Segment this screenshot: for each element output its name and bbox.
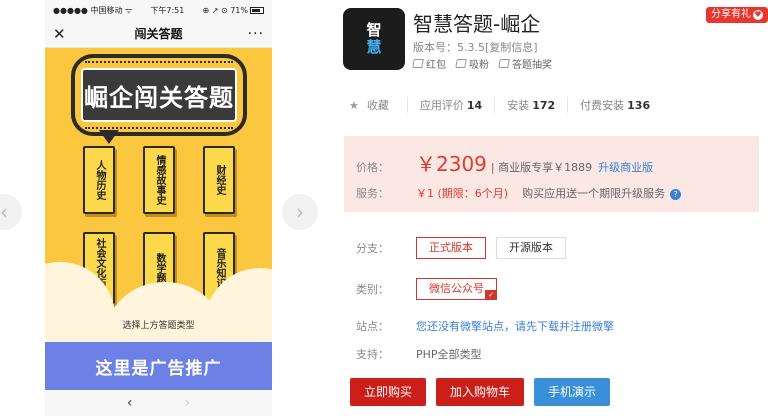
branch-row: 分支： 正式版本 开源版本: [356, 237, 576, 259]
quiz-game-screen: 崛企闯关答题 人物历史 情感故事史 财经史 社会文化历史 数学题 音乐知识 选择…: [45, 48, 272, 392]
gift-icon: ♥: [753, 10, 763, 20]
business-price: | 商业版专享￥1889: [490, 161, 593, 174]
upgrade-business-link[interactable]: 升级商业版: [598, 159, 653, 175]
action-buttons: 立即购买 加入购物车 手机演示: [350, 378, 611, 406]
price-row: 价格： ￥2309 | 商业版专享￥1889 升级商业版: [356, 148, 653, 177]
tag-icon: [498, 59, 510, 68]
service-note: 购买应用送一个期限升级服务: [522, 187, 666, 200]
back-icon[interactable]: ‹: [127, 395, 133, 411]
phone-bottom-bar: ‹ ›: [45, 390, 272, 416]
forward-icon[interactable]: ›: [185, 395, 191, 411]
tag[interactable]: 吸粉: [455, 56, 489, 71]
support-row: 支持： PHP全部类型: [356, 348, 482, 361]
product-title: 智慧答题-崛企: [413, 12, 541, 36]
service-price: ￥1 (期限：6个月): [416, 187, 509, 200]
favorite-button[interactable]: 收藏: [367, 97, 407, 113]
price-box: 价格： ￥2309 | 商业版专享￥1889 升级商业版 服务： ￥1 (期限：…: [344, 136, 759, 212]
add-to-cart-button[interactable]: 加入购物车: [436, 378, 525, 406]
status-time: 下午7:51: [150, 5, 185, 15]
banner-title: 崛企闯关答题: [84, 83, 234, 112]
gallery-prev-button[interactable]: ‹: [0, 194, 22, 230]
banner-tail: [99, 130, 119, 144]
close-icon[interactable]: ✕: [53, 25, 77, 43]
star-icon[interactable]: ★: [349, 99, 359, 112]
buy-now-button[interactable]: 立即购买: [350, 378, 427, 406]
phone-page-title: 闯关答题: [134, 27, 183, 41]
quiz-banner: 崛企闯关答题: [71, 54, 247, 136]
rating-stat: 应用评价 14: [406, 97, 494, 113]
help-icon[interactable]: ?: [670, 189, 682, 200]
branch-opensource-option[interactable]: 开源版本: [496, 237, 566, 259]
price: ￥2309: [416, 152, 487, 176]
phone-header: ✕ 闯关答题 ···: [45, 20, 272, 48]
stats-bar: ★ 收藏 应用评价 14 安装 172 付费安装 136: [349, 97, 662, 113]
tag-list: 红包 吸粉 答题抽奖: [412, 56, 552, 71]
share-reward-button[interactable]: 分享有礼 ♥: [706, 7, 768, 23]
paid-install-stat: 付费安装 136: [567, 97, 662, 113]
tag[interactable]: 红包: [412, 56, 446, 71]
category-row: 类别： 微信公众号: [356, 278, 507, 300]
battery-icon: [249, 6, 264, 14]
branch-official-option[interactable]: 正式版本: [416, 237, 486, 259]
version-info: 版本号：5.3.5[复制信息]: [413, 41, 538, 54]
gallery-next-button[interactable]: ›: [282, 194, 318, 230]
site-row: 站点： 您还没有微擎站点，请先下载并注册微擎: [356, 318, 614, 334]
carrier-signal: ●●●●● 中国移动 ᯤ: [53, 5, 133, 15]
tag-icon: [412, 59, 424, 68]
support-value: PHP全部类型: [416, 348, 482, 361]
category-hint: 选择上方答题类型: [122, 321, 195, 331]
quiz-category-button[interactable]: 情感故事史: [143, 146, 175, 214]
phone-preview: ●●●●● 中国移动 ᯤ 下午7:51 ⊕ ↗ ⊙ 71% ✕ 闯关答题 ···…: [45, 0, 272, 416]
phone-status-bar: ●●●●● 中国移动 ᯤ 下午7:51 ⊕ ↗ ⊙ 71%: [45, 0, 272, 20]
quiz-category-button[interactable]: 人物历史: [83, 146, 115, 214]
tag-icon: [455, 59, 467, 68]
more-icon[interactable]: ···: [240, 26, 264, 42]
status-icons: ⊕ ↗ ⊙ 71%: [202, 6, 264, 15]
app-logo: 智慧: [343, 8, 405, 70]
mobile-demo-button[interactable]: 手机演示: [534, 378, 611, 406]
register-site-link[interactable]: 您还没有微擎站点，请先下载并注册微擎: [416, 318, 614, 334]
quiz-category-button[interactable]: 财经史: [203, 146, 235, 214]
ad-banner[interactable]: 这里是广告推广: [45, 342, 272, 390]
install-stat: 安装 172: [494, 97, 567, 113]
category-wechat-option[interactable]: 微信公众号: [416, 278, 497, 300]
tag[interactable]: 答题抽奖: [498, 56, 552, 71]
service-row: 服务： ￥1 (期限：6个月) 购买应用送一个期限升级服务 ?: [356, 185, 682, 201]
